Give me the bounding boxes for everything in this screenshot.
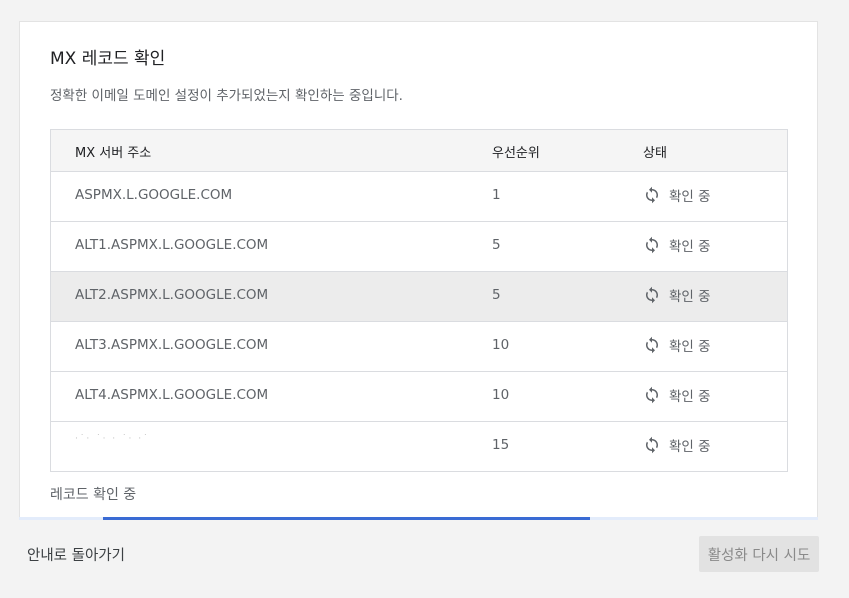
column-header-status: 상태 (643, 146, 667, 161)
status-cell: 확인 중 (643, 285, 711, 305)
mx-priority: 1 (492, 187, 501, 203)
refresh-icon (646, 286, 658, 304)
page-subtitle: 정확한 이메일 도메인 설정이 추가되었는지 확인하는 중입니다. (50, 88, 403, 104)
status-label: 확인 중 (669, 389, 711, 405)
table-row: ASPMX.L.GOOGLE.COM 1 확인 중 (51, 172, 787, 222)
column-header-server: MX 서버 주소 (75, 146, 152, 161)
status-label: 확인 중 (669, 239, 711, 255)
status-cell: 확인 중 (643, 385, 711, 405)
mx-priority: 5 (492, 237, 501, 253)
table-row: ALT1.ASPMX.L.GOOGLE.COM 5 확인 중 (51, 222, 787, 272)
table-row: ·˙· ˙· · ˙· ·˙ 15 확인 중 (51, 422, 787, 471)
table-row: ALT3.ASPMX.L.GOOGLE.COM 10 확인 중 (51, 322, 787, 372)
refresh-icon (646, 386, 658, 404)
mx-check-card: MX 레코드 확인 정확한 이메일 도메인 설정이 추가되었는지 확인하는 중입… (19, 21, 818, 518)
refresh-icon (646, 336, 658, 354)
column-header-priority: 우선순위 (492, 146, 540, 161)
status-cell: 확인 중 (643, 185, 711, 205)
table-row: ALT2.ASPMX.L.GOOGLE.COM 5 확인 중 (51, 272, 787, 322)
back-to-guide-link[interactable]: 안내로 돌아가기 (27, 544, 125, 565)
table-header: MX 서버 주소 우선순위 상태 (51, 130, 787, 172)
status-cell: 확인 중 (643, 435, 711, 455)
status-cell: 확인 중 (643, 335, 711, 355)
status-cell: 확인 중 (643, 235, 711, 255)
mx-priority: 10 (492, 387, 510, 403)
mx-records-table: MX 서버 주소 우선순위 상태 ASPMX.L.GOOGLE.COM 1 확인… (50, 129, 788, 472)
page-title: MX 레코드 확인 (50, 49, 166, 69)
refresh-icon (646, 436, 658, 454)
mx-priority: 10 (492, 337, 510, 353)
mx-server-address: ALT4.ASPMX.L.GOOGLE.COM (75, 387, 269, 403)
mx-server-address: ASPMX.L.GOOGLE.COM (75, 187, 233, 203)
verification-status-text: 레코드 확인 중 (50, 487, 137, 503)
mx-server-address: ALT2.ASPMX.L.GOOGLE.COM (75, 287, 269, 303)
mx-server-address: ·˙· ˙· · ˙· ·˙ (75, 434, 150, 444)
progress-fill (103, 517, 590, 520)
refresh-icon (646, 186, 658, 204)
mx-priority: 15 (492, 437, 510, 453)
status-label: 확인 중 (669, 439, 711, 455)
mx-server-address: ALT3.ASPMX.L.GOOGLE.COM (75, 337, 269, 353)
mx-server-address: ALT1.ASPMX.L.GOOGLE.COM (75, 237, 269, 253)
retry-activation-button[interactable]: 활성화 다시 시도 (699, 536, 819, 572)
refresh-icon (646, 236, 658, 254)
progress-bar (19, 517, 818, 520)
status-label: 확인 중 (669, 339, 711, 355)
status-label: 확인 중 (669, 189, 711, 205)
mx-priority: 5 (492, 287, 501, 303)
table-row: ALT4.ASPMX.L.GOOGLE.COM 10 확인 중 (51, 372, 787, 422)
status-label: 확인 중 (669, 289, 711, 305)
